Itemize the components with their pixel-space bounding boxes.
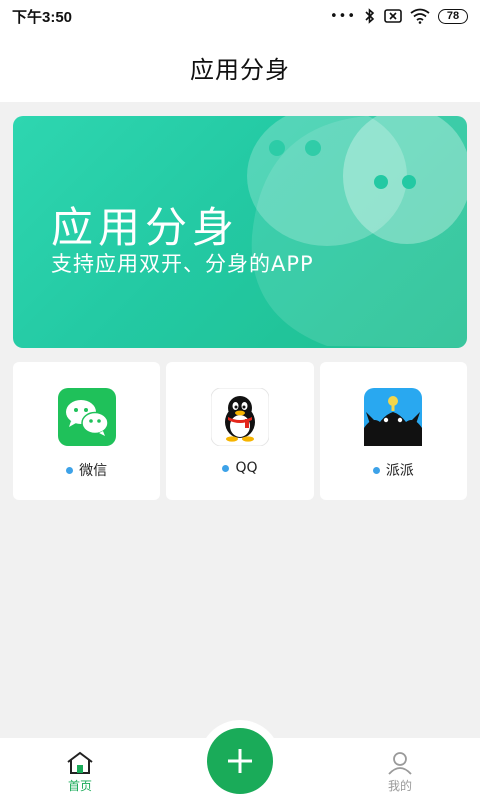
- app-label: QQ: [235, 460, 258, 476]
- status-icons: ••• 78: [330, 8, 468, 24]
- app-card-paipai[interactable]: 派派: [319, 362, 467, 500]
- paipai-icon: [364, 388, 423, 446]
- status-dot: [66, 466, 74, 474]
- signal-dots: •••: [329, 8, 356, 24]
- user-icon: [388, 752, 412, 775]
- chat-bubbles-icon: [247, 116, 467, 348]
- tab-mine-label: 我的: [387, 779, 412, 793]
- app-grid: 微信 QQ 派派: [13, 362, 467, 500]
- app-header: 应用分身: [0, 32, 480, 102]
- status-dot: [372, 466, 380, 474]
- plus-icon: [228, 749, 252, 773]
- tab-home-label: 首页: [67, 779, 92, 793]
- app-label-row: QQ: [222, 460, 258, 476]
- bluetooth-icon: [365, 8, 375, 24]
- status-bar: 下午3:50 ••• 78: [0, 0, 480, 32]
- sim-x-icon: [384, 9, 402, 23]
- app-label-row: 微信: [66, 460, 107, 480]
- wifi-icon: [410, 8, 430, 24]
- add-app-button[interactable]: [207, 728, 273, 794]
- app-card-qq[interactable]: QQ: [166, 362, 314, 500]
- tab-home[interactable]: 首页: [60, 751, 100, 794]
- banner-subtitle: 支持应用双开、分身的APP: [51, 252, 314, 276]
- app-card-wechat[interactable]: 微信: [13, 362, 161, 500]
- app-label: 派派: [385, 463, 414, 479]
- home-icon: [67, 751, 93, 774]
- battery-icon: 78: [438, 8, 468, 24]
- tab-mine[interactable]: 我的: [380, 751, 420, 794]
- app-label-row: 派派: [372, 460, 414, 480]
- status-dot: [222, 464, 230, 472]
- qq-icon: [210, 388, 269, 446]
- wechat-icon: [57, 388, 116, 446]
- promo-banner[interactable]: 应用分身 支持应用双开、分身的APP: [13, 116, 467, 348]
- status-time: 下午3:50: [12, 8, 73, 26]
- banner-title: 应用分身: [51, 203, 240, 252]
- page-title: 应用分身: [190, 55, 290, 84]
- app-label: 微信: [79, 463, 108, 479]
